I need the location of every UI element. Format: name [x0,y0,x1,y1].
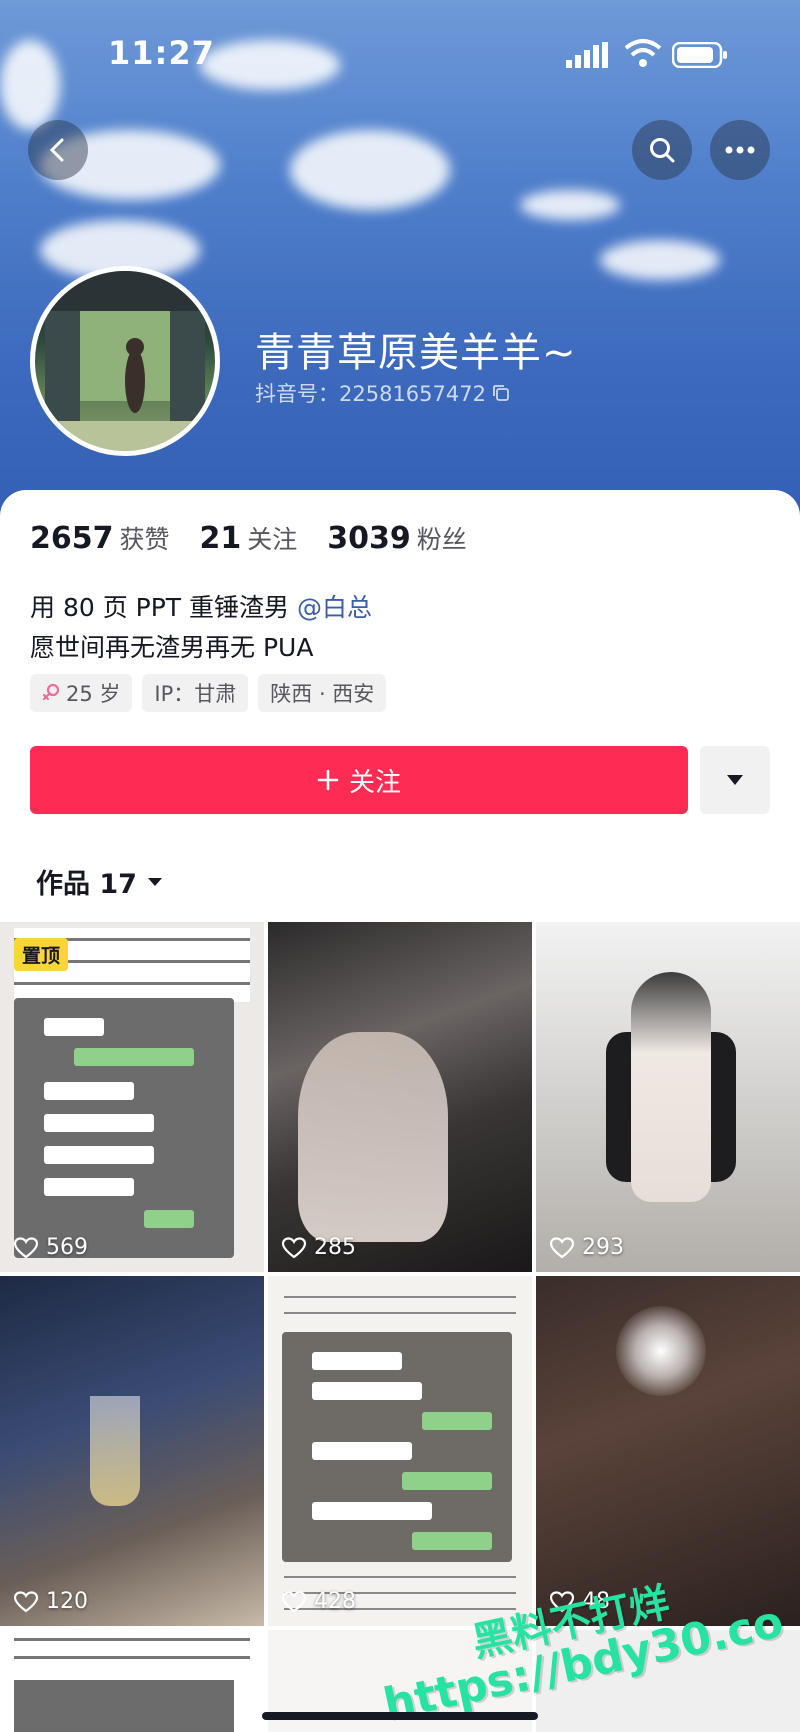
follow-button[interactable]: 关注 [30,746,688,814]
stat-following-label: 关注 [247,525,298,554]
female-icon [42,683,60,701]
signal-icon [566,42,608,68]
tab-works-label: 作品 17 [36,869,137,900]
video-likes: 285 [282,1235,356,1260]
follow-more-button[interactable] [700,746,770,814]
chat-screenshot [14,998,234,1258]
profile-header-background: 11:27 青青草原美羊羊~ 抖音号：22581657472 [0,0,800,520]
bio-mention-link[interactable]: @白总 [297,593,372,622]
heart-icon [14,1236,38,1258]
bio-line-1: 用 80 页 PPT 重锤渣男 @白总 [30,588,372,628]
tag-age-text: 25 岁 [66,682,121,706]
douyin-id[interactable]: 抖音号：22581657472 [255,378,510,408]
bio-line-2: 愿世间再无渣男再无 PUA [30,633,314,662]
thumbnail-text [284,1288,516,1328]
video-thumbnail[interactable]: 428 [268,1276,532,1626]
thumbnail-photo [616,1306,706,1396]
works-grid: 置顶 569 285 293 120 428 48 [0,922,800,1732]
cloud [520,190,620,220]
profile-nickname: 青青草原美羊羊~ [255,330,577,376]
plus-icon [317,769,339,791]
thumbnail-photo [90,1396,140,1506]
tag-location: 陕西 · 西安 [258,674,387,712]
cloud [600,240,720,280]
thumbnail-photo [298,1032,448,1242]
search-button[interactable] [632,120,692,180]
cloud [290,130,450,210]
heart-icon [282,1236,306,1258]
video-thumbnail[interactable]: 120 [0,1276,264,1626]
caret-down-icon [147,877,162,886]
video-likes-count: 569 [46,1235,88,1260]
video-likes-count: 293 [582,1235,624,1260]
thumbnail-text [14,1630,250,1670]
stat-following-value: 21 [199,521,242,556]
bio-line-1-text: 用 80 页 PPT 重锤渣男 [30,593,297,622]
home-indicator [262,1712,538,1720]
more-button[interactable] [710,120,770,180]
heart-icon [550,1236,574,1258]
stat-followers-value: 3039 [327,521,411,556]
stat-likes[interactable]: 2657 获赞 [30,520,170,556]
video-thumbnail[interactable] [0,1630,264,1732]
video-thumbnail[interactable]: 48 [536,1276,800,1626]
video-thumbnail[interactable]: 285 [268,922,532,1272]
stat-followers-label: 粉丝 [416,525,467,554]
avatar-photo [35,271,215,451]
status-bar: 11:27 [0,0,800,100]
heart-icon [282,1590,306,1612]
tag-ip: IP：甘肃 [142,674,249,712]
stat-following[interactable]: 21 关注 [200,520,298,556]
video-thumbnail[interactable]: 293 [536,922,800,1272]
profile-stats: 2657 获赞 21 关注 3039 粉丝 [30,520,467,556]
chat-screenshot [14,1680,234,1732]
profile-panel: 2657 获赞 21 关注 3039 粉丝 用 80 页 PPT 重锤渣男 @白总 愿… [0,490,800,1732]
heart-icon [14,1590,38,1612]
video-thumbnail[interactable]: 置顶 569 [0,922,264,1272]
stat-likes-label: 获赞 [119,525,170,554]
back-button[interactable] [28,120,88,180]
video-likes: 428 [282,1589,356,1614]
avatar[interactable] [30,266,220,456]
chat-screenshot [282,1332,512,1562]
follow-button-label: 关注 [348,767,401,798]
tag-age: 25 岁 [30,674,133,712]
video-likes: 293 [550,1235,624,1260]
profile-tags: 25 岁 IP：甘肃 陕西 · 西安 [30,674,387,712]
stat-likes-value: 2657 [30,521,114,556]
wifi-icon [624,39,662,67]
video-likes: 120 [14,1589,88,1614]
profile-bio: 用 80 页 PPT 重锤渣男 @白总 愿世间再无渣男再无 PUA [30,588,372,668]
tab-works[interactable]: 作品 17 [36,862,163,901]
battery-icon [672,42,727,68]
caret-down-icon [727,775,743,785]
douyin-id-text: 抖音号：22581657472 [255,382,486,406]
video-likes-count: 428 [314,1589,356,1614]
pinned-badge: 置顶 [14,938,69,971]
search-icon [650,138,675,163]
video-likes: 569 [14,1235,88,1260]
video-likes-count: 120 [46,1589,88,1614]
copy-icon[interactable] [492,384,510,402]
more-dots-icon [725,146,755,154]
back-arrow-icon [49,138,64,162]
thumbnail-photo [631,972,711,1202]
status-time: 11:27 [108,34,215,72]
stat-followers[interactable]: 3039 粉丝 [327,520,467,556]
video-likes-count: 285 [314,1235,356,1260]
